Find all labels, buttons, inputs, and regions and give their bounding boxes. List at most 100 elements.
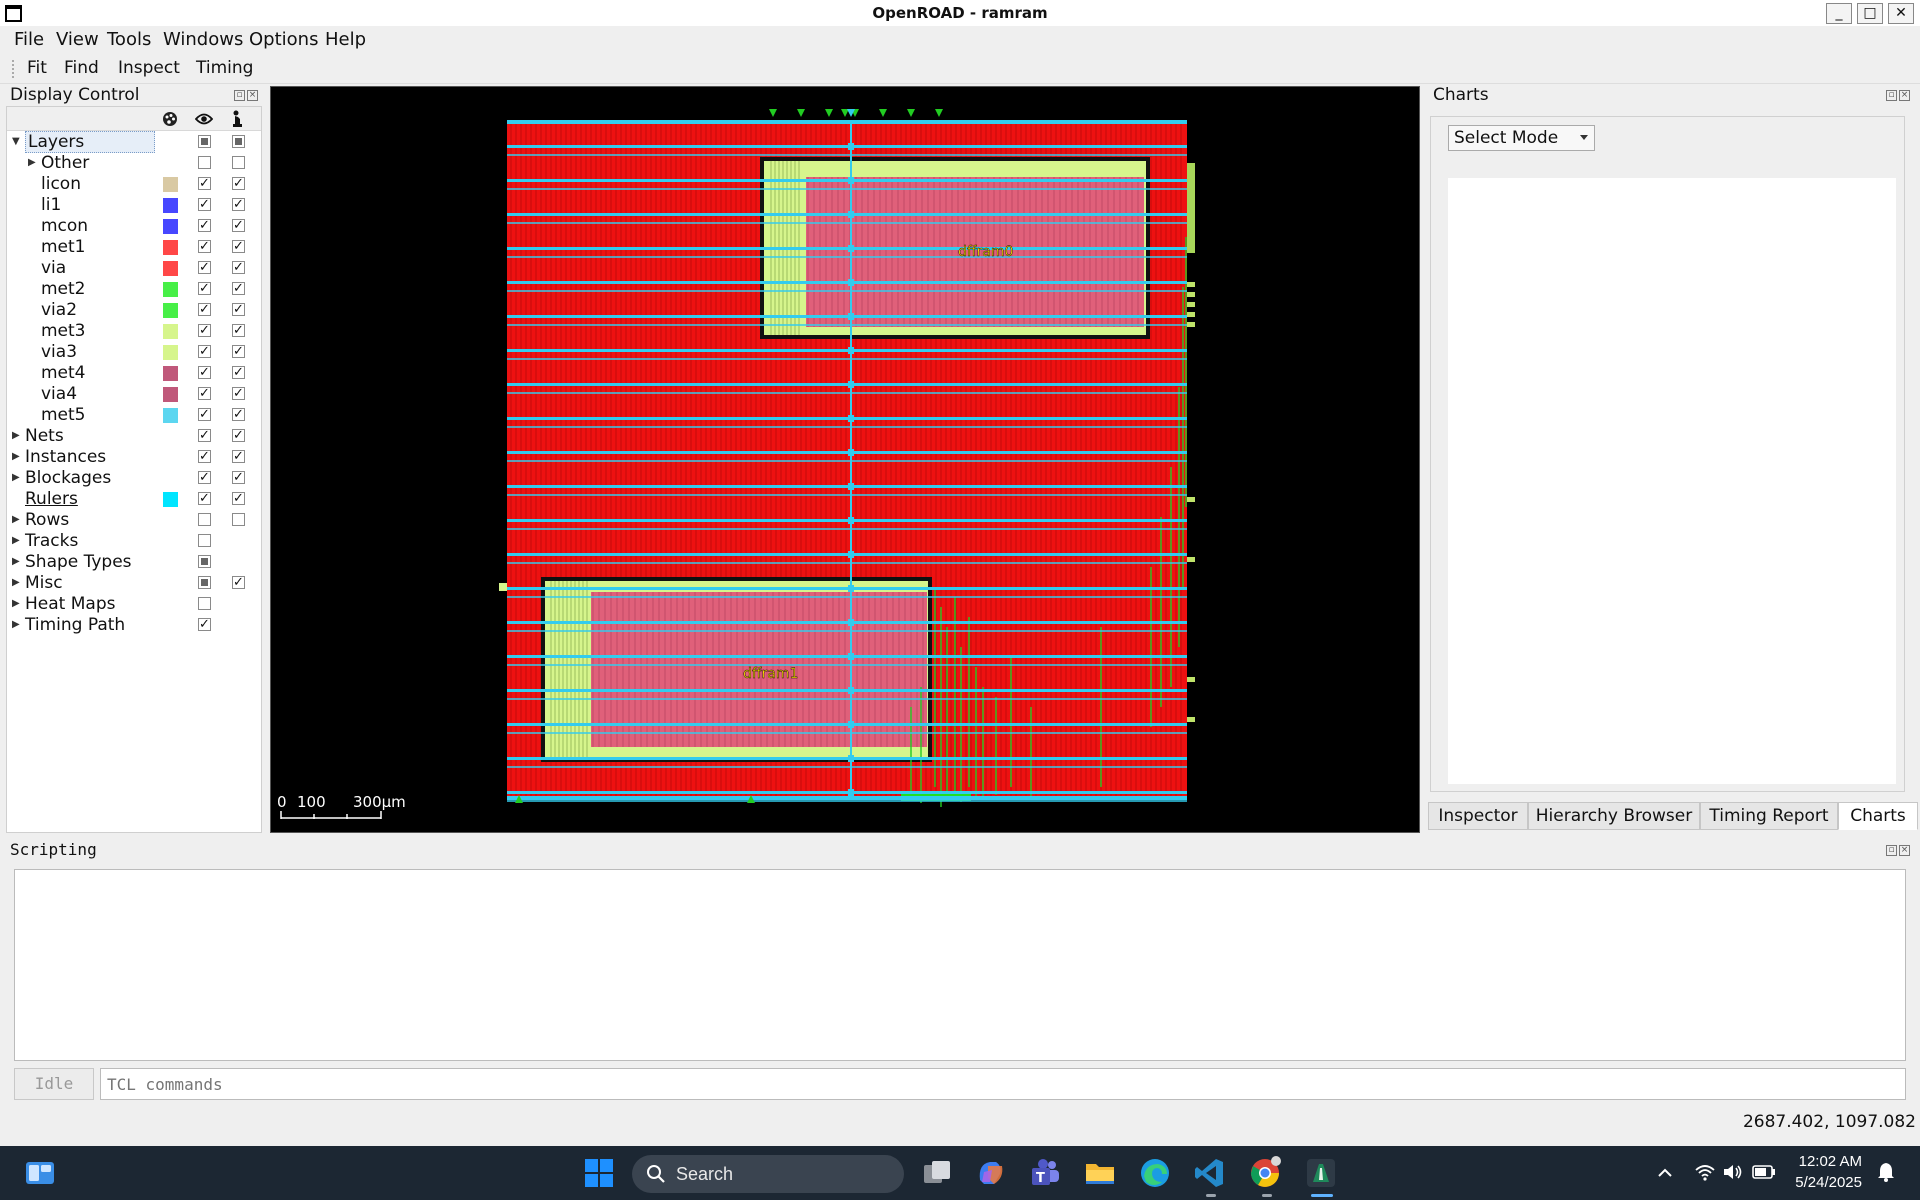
- visibility-checkbox[interactable]: ✓: [198, 282, 211, 295]
- display-row-rulers[interactable]: Rulers ✓ ✓: [7, 489, 263, 510]
- teams-icon[interactable]: T: [1028, 1156, 1062, 1190]
- layer-color-swatch[interactable]: [163, 198, 178, 213]
- selectable-checkbox[interactable]: ✓: [232, 450, 245, 463]
- layer-color-swatch[interactable]: [163, 408, 178, 423]
- visibility-checkbox[interactable]: ✓: [198, 261, 211, 274]
- display-row-mcon[interactable]: mcon ✓ ✓: [7, 216, 263, 237]
- chart-mode-select[interactable]: Select Mode: [1448, 125, 1595, 151]
- task-view-icon[interactable]: [920, 1156, 954, 1190]
- expand-arrow-closed-icon[interactable]: ▶: [12, 556, 20, 567]
- visibility-checkbox[interactable]: ✓: [198, 429, 211, 442]
- display-row-other[interactable]: ▶ Other: [7, 153, 263, 174]
- display-row-via3[interactable]: via3 ✓ ✓: [7, 342, 263, 363]
- display-row-met4[interactable]: met4 ✓ ✓: [7, 363, 263, 384]
- display-row-shape-types[interactable]: ▶ Shape Types: [7, 552, 263, 573]
- display-row-instances[interactable]: ▶ Instances ✓ ✓: [7, 447, 263, 468]
- tray-clock[interactable]: 12:02 AM 5/24/2025: [1782, 1151, 1862, 1193]
- float-icon[interactable]: ▫: [1886, 845, 1897, 856]
- layer-color-swatch[interactable]: [163, 261, 178, 276]
- display-row-licon[interactable]: licon ✓ ✓: [7, 174, 263, 195]
- expand-arrow-closed-icon[interactable]: ▶: [12, 451, 20, 462]
- visibility-checkbox[interactable]: ✓: [198, 618, 211, 631]
- visibility-checkbox[interactable]: ✓: [198, 303, 211, 316]
- menu-file[interactable]: File: [14, 29, 44, 50]
- selectable-checkbox[interactable]: ✓: [232, 240, 245, 253]
- display-row-met3[interactable]: met3 ✓ ✓: [7, 321, 263, 342]
- visibility-checkbox[interactable]: [198, 513, 211, 526]
- visibility-checkbox[interactable]: ✓: [198, 492, 211, 505]
- selectable-checkbox[interactable]: ✓: [232, 429, 245, 442]
- selectable-checkbox[interactable]: ✓: [232, 219, 245, 232]
- layer-color-swatch[interactable]: [163, 492, 178, 507]
- visibility-checkbox[interactable]: ✓: [198, 387, 211, 400]
- layer-color-swatch[interactable]: [163, 282, 178, 297]
- float-icon[interactable]: ▫: [1886, 90, 1897, 101]
- layer-color-swatch[interactable]: [163, 240, 178, 255]
- float-icon[interactable]: ▫: [234, 90, 245, 101]
- visibility-checkbox[interactable]: ✓: [198, 450, 211, 463]
- display-row-nets[interactable]: ▶ Nets ✓ ✓: [7, 426, 263, 447]
- display-row-rows[interactable]: ▶ Rows: [7, 510, 263, 531]
- display-row-misc[interactable]: ▶ Misc ✓: [7, 573, 263, 594]
- display-row-via[interactable]: via ✓ ✓: [7, 258, 263, 279]
- selectable-checkbox[interactable]: ✓: [232, 471, 245, 484]
- layer-color-swatch[interactable]: [163, 387, 178, 402]
- display-row-via2[interactable]: via2 ✓ ✓: [7, 300, 263, 321]
- edge-icon[interactable]: [1138, 1156, 1172, 1190]
- visibility-checkbox[interactable]: ✓: [198, 345, 211, 358]
- close-icon[interactable]: ×: [1899, 845, 1910, 856]
- volume-icon[interactable]: [1722, 1162, 1744, 1182]
- menu-view[interactable]: View: [56, 29, 99, 50]
- selectable-checkbox[interactable]: ✓: [232, 345, 245, 358]
- expand-arrow-closed-icon[interactable]: ▶: [12, 430, 20, 441]
- selectable-checkbox[interactable]: ✓: [232, 177, 245, 190]
- selectable-checkbox[interactable]: ✓: [232, 303, 245, 316]
- layer-color-swatch[interactable]: [163, 366, 178, 381]
- vscode-icon[interactable]: [1192, 1156, 1226, 1190]
- minimize-button[interactable]: _: [1826, 3, 1852, 24]
- fit-button[interactable]: Fit: [27, 58, 47, 78]
- expand-arrow-closed-icon[interactable]: ▶: [12, 619, 20, 630]
- visibility-checkbox[interactable]: ✓: [198, 366, 211, 379]
- layer-color-swatch[interactable]: [163, 177, 178, 192]
- selectable-checkbox[interactable]: ✓: [232, 492, 245, 505]
- display-row-blockages[interactable]: ▶ Blockages ✓ ✓: [7, 468, 263, 489]
- menu-windows[interactable]: Windows: [163, 29, 243, 50]
- visibility-checkbox[interactable]: [198, 555, 211, 568]
- layer-color-swatch[interactable]: [163, 324, 178, 339]
- display-row-met2[interactable]: met2 ✓ ✓: [7, 279, 263, 300]
- selectable-checkbox[interactable]: ✓: [232, 282, 245, 295]
- wifi-icon[interactable]: [1694, 1162, 1716, 1182]
- layout-viewer[interactable]: dffram0 dffram1 0 100 300µm: [270, 86, 1420, 833]
- visibility-checkbox[interactable]: ✓: [198, 408, 211, 421]
- copilot-icon[interactable]: [974, 1156, 1008, 1190]
- tcl-command-input[interactable]: [100, 1068, 1906, 1100]
- tab-hierarchy-browser[interactable]: Hierarchy Browser: [1528, 802, 1700, 830]
- visibility-checkbox[interactable]: ✓: [198, 240, 211, 253]
- tab-charts[interactable]: Charts: [1838, 802, 1918, 830]
- tab-inspector[interactable]: Inspector: [1428, 802, 1528, 830]
- display-row-timing-path[interactable]: ▶ Timing Path ✓: [7, 615, 263, 636]
- maximize-button[interactable]: □: [1857, 3, 1883, 24]
- display-row-li1[interactable]: li1 ✓ ✓: [7, 195, 263, 216]
- timing-button[interactable]: Timing: [196, 58, 253, 78]
- idle-button[interactable]: Idle: [14, 1068, 94, 1100]
- selectable-checkbox[interactable]: [232, 513, 245, 526]
- expand-arrow-closed-icon[interactable]: ▶: [12, 598, 20, 609]
- selectable-checkbox[interactable]: [232, 135, 245, 148]
- menu-help[interactable]: Help: [325, 29, 366, 50]
- layout-canvas[interactable]: dffram0 dffram1 0 100 300µm: [271, 87, 1420, 833]
- selectable-checkbox[interactable]: ✓: [232, 408, 245, 421]
- visibility-checkbox[interactable]: ✓: [198, 324, 211, 337]
- chart-area[interactable]: [1448, 178, 1896, 784]
- menu-options[interactable]: Options: [249, 29, 318, 50]
- taskbar-search[interactable]: Search: [632, 1155, 904, 1193]
- visibility-checkbox[interactable]: [198, 135, 211, 148]
- expand-arrow-closed-icon[interactable]: ▶: [12, 577, 20, 588]
- visibility-checkbox[interactable]: [198, 156, 211, 169]
- toolbar-grip[interactable]: [12, 60, 15, 78]
- visibility-checkbox[interactable]: [198, 534, 211, 547]
- selectable-checkbox[interactable]: ✓: [232, 198, 245, 211]
- find-button[interactable]: Find: [64, 58, 99, 78]
- battery-icon[interactable]: [1752, 1164, 1776, 1180]
